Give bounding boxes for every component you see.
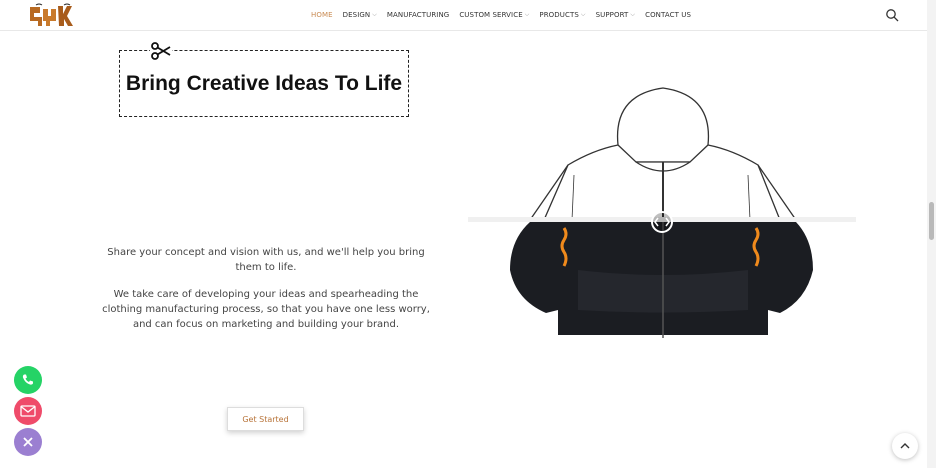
nav-products[interactable]: PRODUCTS ⌵ bbox=[539, 11, 585, 19]
main-nav: HOME DESIGN ⌵ MANUFACTURING CUSTOM SERVIC… bbox=[311, 0, 691, 30]
chevron-down-icon: ⌵ bbox=[524, 11, 530, 18]
mail-icon bbox=[20, 405, 36, 417]
scroll-to-top-button[interactable] bbox=[892, 433, 918, 459]
phone-contact-button[interactable] bbox=[14, 366, 42, 394]
chevron-down-icon: ⌵ bbox=[630, 11, 636, 18]
nav-custom-service[interactable]: CUSTOM SERVICE ⌵ bbox=[459, 11, 529, 19]
chevron-down-icon: ⌵ bbox=[580, 11, 586, 18]
site-header: HOME DESIGN ⌵ MANUFACTURING CUSTOM SERVIC… bbox=[0, 0, 936, 31]
get-started-button[interactable]: Get Started bbox=[227, 407, 304, 431]
site-logo[interactable] bbox=[28, 3, 78, 28]
nav-design[interactable]: DESIGN ⌵ bbox=[343, 11, 377, 19]
hero-paragraph-1: Share your concept and vision with us, a… bbox=[107, 247, 425, 273]
hero-paragraph-2: We take care of developing your ideas an… bbox=[102, 289, 430, 330]
nav-support-label: SUPPORT bbox=[595, 11, 629, 19]
nav-contact-us-label: CONTACT US bbox=[645, 11, 692, 19]
page-scrollbar-thumb[interactable] bbox=[929, 202, 934, 240]
nav-design-label: DESIGN bbox=[342, 11, 371, 19]
email-contact-button[interactable] bbox=[14, 397, 42, 425]
close-icon bbox=[23, 437, 33, 447]
nav-support[interactable]: SUPPORT ⌵ bbox=[596, 11, 636, 19]
nav-manufacturing-label: MANUFACTURING bbox=[386, 11, 450, 19]
search-icon[interactable] bbox=[885, 8, 899, 22]
nav-home-label: HOME bbox=[311, 11, 333, 19]
chevron-down-icon: ⌵ bbox=[372, 11, 377, 18]
phone-icon bbox=[22, 374, 33, 385]
comparison-handle[interactable] bbox=[651, 211, 673, 233]
hoodie-photo bbox=[510, 222, 813, 338]
hoodie-comparison-slider[interactable] bbox=[468, 70, 856, 360]
close-contact-menu-button[interactable] bbox=[14, 428, 42, 456]
hero-title: Bring Creative Ideas To Life bbox=[125, 71, 403, 95]
nav-manufacturing[interactable]: MANUFACTURING bbox=[387, 11, 449, 19]
nav-contact-us[interactable]: CONTACT US bbox=[645, 11, 691, 19]
nav-home[interactable]: HOME bbox=[311, 11, 333, 19]
hoodie-sketch bbox=[529, 87, 797, 221]
nav-products-label: PRODUCTS bbox=[539, 11, 579, 19]
nav-custom-service-label: CUSTOM SERVICE bbox=[459, 11, 523, 19]
chevron-up-icon bbox=[900, 443, 910, 449]
